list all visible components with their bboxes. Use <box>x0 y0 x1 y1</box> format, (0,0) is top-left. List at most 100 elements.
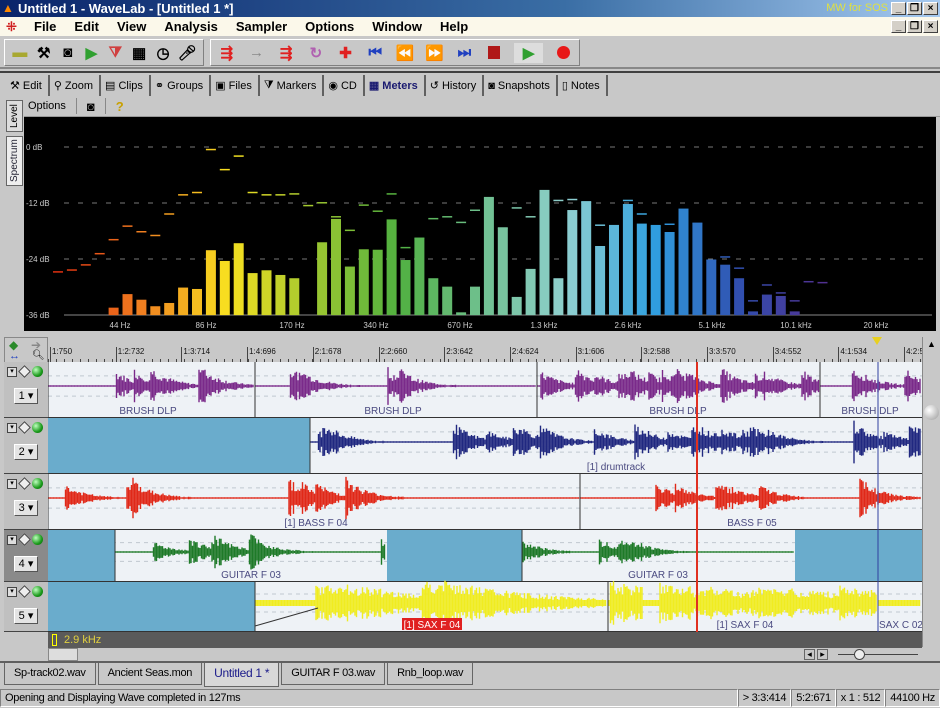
tab-notes[interactable]: ▯ Notes <box>558 75 608 96</box>
clip-label[interactable]: BRUSH DLP <box>119 406 177 417</box>
tab-groups[interactable]: ⚭ Groups <box>151 75 212 96</box>
track-solo-icon[interactable] <box>18 585 31 598</box>
track-menu-button[interactable]: ▾ <box>7 366 17 377</box>
tab-spectrum[interactable]: Spectrum <box>6 136 23 186</box>
zoom-fit-icon[interactable]: ↔ <box>9 350 20 362</box>
document-tab[interactable]: GUITAR F 03.wav <box>281 663 386 685</box>
track-number-button[interactable]: 2 ▾ <box>14 444 38 460</box>
waveform-view[interactable]: BRUSH DLP BRUSH DLP BRUSH DLP BRUSH DLP [1] … <box>48 362 922 632</box>
tab-markers[interactable]: ⧩ Markers <box>260 75 325 96</box>
track-number-button[interactable]: 5 ▾ <box>14 608 38 624</box>
track-active-led-icon[interactable] <box>32 422 43 433</box>
markers-icon[interactable]: ⧩ <box>106 43 124 63</box>
track-menu-button[interactable]: ▾ <box>7 422 17 433</box>
document-tab[interactable]: Sp-track02.wav <box>4 663 96 685</box>
document-tab[interactable]: Untitled 1 * <box>204 663 280 687</box>
loop-end-icon[interactable]: ⇶ <box>276 43 296 63</box>
document-tab[interactable]: Rnb_loop.wav <box>387 663 474 685</box>
clip-label[interactable]: BRUSH DLP <box>364 406 422 417</box>
menu-analysis[interactable]: Analysis <box>156 19 227 34</box>
vertical-scrollbar[interactable]: ▲ <box>922 337 940 647</box>
restore-button[interactable]: ❐ <box>907 2 922 15</box>
clip-label[interactable]: BRUSH DLP <box>841 406 899 417</box>
track-menu-button[interactable]: ▾ <box>7 534 17 545</box>
playhead-marker-icon[interactable] <box>872 337 882 345</box>
play-button[interactable]: ▶ <box>513 42 544 63</box>
minimize-button[interactable]: _ <box>891 2 906 15</box>
track-active-led-icon[interactable] <box>32 478 43 489</box>
menu-edit[interactable]: Edit <box>66 19 109 34</box>
clip-label[interactable]: [1] SAX F 04 <box>404 620 461 631</box>
meters-icon[interactable]: ▦ <box>130 43 148 63</box>
tab-history[interactable]: ↺ History <box>426 75 485 96</box>
menu-file[interactable]: File <box>26 19 66 34</box>
doc-close-button[interactable]: × <box>923 20 938 33</box>
track-solo-icon[interactable] <box>18 421 31 434</box>
menu-help[interactable]: Help <box>432 19 478 34</box>
scroll-right-icon[interactable]: ▸ <box>817 649 828 660</box>
fast-forward-icon[interactable]: ⏩ <box>425 43 445 63</box>
arrow-icon[interactable]: → <box>247 43 267 63</box>
tab-level[interactable]: Level <box>6 100 23 132</box>
track-active-led-icon[interactable] <box>32 366 43 377</box>
track-solo-icon[interactable] <box>18 477 31 490</box>
track-solo-icon[interactable] <box>18 365 31 378</box>
cycle-icon[interactable]: ↻ <box>306 43 326 63</box>
ruler-icon[interactable]: ▬ <box>11 43 29 63</box>
track-solo-icon[interactable] <box>18 533 31 546</box>
scroll-up-icon[interactable]: ▲ <box>927 339 936 349</box>
camera-icon[interactable]: ◙ <box>59 43 77 63</box>
menu-window[interactable]: Window <box>364 19 432 34</box>
tab-zoom[interactable]: ⚲ Zoom <box>50 75 102 96</box>
menu-sampler[interactable]: Sampler <box>228 19 297 34</box>
close-button[interactable]: × <box>923 2 938 15</box>
clip-label[interactable]: GUITAR F 03 <box>221 570 281 581</box>
hammer-icon[interactable]: ⚒ <box>35 43 53 63</box>
snapshot-camera-icon[interactable]: ◙ <box>87 99 95 114</box>
scroll-thumb[interactable] <box>48 648 78 661</box>
track-menu-button[interactable]: ▾ <box>7 478 17 489</box>
track-number-button[interactable]: 3 ▾ <box>14 500 38 516</box>
tab-clips[interactable]: ▤ Clips <box>101 75 151 96</box>
zoom-slider-handle[interactable] <box>854 649 865 660</box>
zoom-icon[interactable]: 🔍︎ <box>32 350 45 361</box>
rewind-icon[interactable]: ⏪ <box>395 43 415 63</box>
clip-label[interactable]: [1] drumtrack <box>587 462 646 473</box>
doc-restore-button[interactable]: ❐ <box>907 20 922 33</box>
go-end-icon[interactable]: ⏭ <box>455 43 475 63</box>
clip-label[interactable]: SAX C 02 <box>879 620 922 631</box>
help-icon[interactable]: ? <box>116 99 124 114</box>
play-green-icon[interactable]: ▶ <box>83 43 101 63</box>
track-active-led-icon[interactable] <box>32 586 43 597</box>
track-number-button[interactable]: 1 ▾ <box>14 388 38 404</box>
clip-label[interactable]: GUITAR F 03 <box>628 570 688 581</box>
clip-label[interactable]: BRUSH DLP <box>649 406 707 417</box>
horizontal-scrollbar[interactable]: ◂ ▸ <box>48 648 940 661</box>
stopwatch-icon[interactable]: ◷ <box>154 43 172 63</box>
scroll-left-icon[interactable]: ◂ <box>804 649 815 660</box>
clip-label[interactable]: [1] SAX F 04 <box>717 620 774 631</box>
zoom-slider[interactable] <box>838 654 918 655</box>
document-tab[interactable]: Ancient Seas.mon <box>97 663 203 685</box>
track-height-knob[interactable] <box>924 405 939 420</box>
go-start-icon[interactable]: ⏮ <box>365 43 385 63</box>
options-button[interactable]: Options <box>28 100 66 112</box>
clip-label[interactable]: [1] BASS F 04 <box>284 518 348 529</box>
track-number-button[interactable]: 4 ▾ <box>14 556 38 572</box>
microphone-icon[interactable]: 🎤︎ <box>178 43 197 63</box>
time-ruler[interactable]: 1:750 1:2:732 1:3:714 1:4:696 2:1:678 2:2:660… <box>48 337 924 363</box>
tab-files[interactable]: ▣ Files <box>211 75 260 96</box>
stop-button[interactable] <box>484 43 504 63</box>
tab-meters[interactable]: ▦ Meters <box>365 75 426 96</box>
track-menu-button[interactable]: ▾ <box>7 586 17 597</box>
document-icon[interactable]: ⁜ <box>6 19 26 35</box>
doc-minimize-button[interactable]: _ <box>891 20 906 33</box>
clip-label[interactable]: BASS F 05 <box>727 518 777 529</box>
loop-start-icon[interactable]: ⇶ <box>217 43 237 63</box>
menu-view[interactable]: View <box>109 19 156 34</box>
record-button[interactable] <box>553 43 573 63</box>
tab-snapshots[interactable]: ◙ Snapshots <box>484 75 558 96</box>
menu-options[interactable]: Options <box>297 19 364 34</box>
tab-edit[interactable]: ⚒ Edit <box>6 75 50 96</box>
track-active-led-icon[interactable] <box>32 534 43 545</box>
